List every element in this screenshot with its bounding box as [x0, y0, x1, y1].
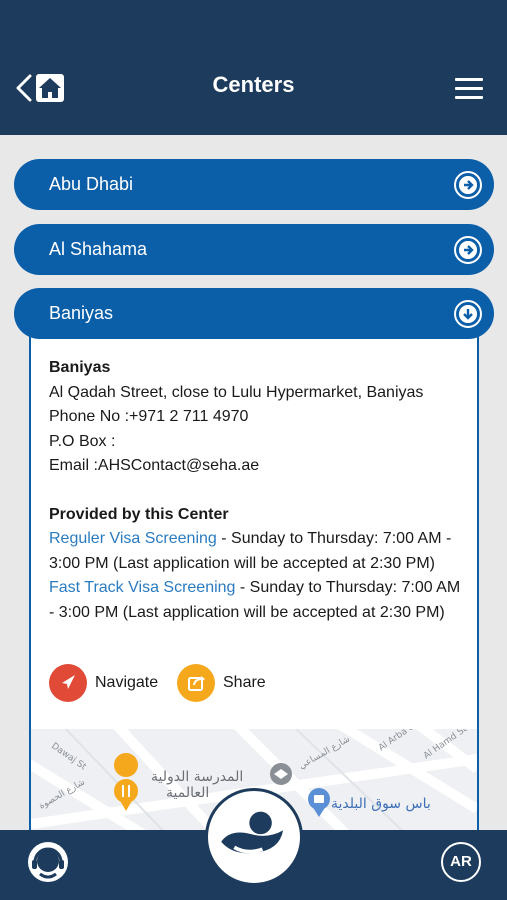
share-label: Share	[223, 674, 266, 691]
accordion-baniyas[interactable]: Baniyas	[14, 288, 494, 339]
action-row: Navigate Share	[49, 664, 459, 704]
page-title: Centers	[212, 72, 295, 97]
arrow-down-circle-icon	[454, 300, 482, 328]
navigate-button[interactable]: Navigate	[49, 664, 169, 702]
center-phone[interactable]: Phone No :+971 2 711 4970	[49, 405, 467, 430]
accordion-al-shahama[interactable]: Al Shahama	[14, 224, 494, 275]
baniyas-details-panel: Baniyas Al Qadah Street, close to Lulu H…	[29, 336, 479, 830]
customer-support-icon[interactable]	[26, 840, 70, 884]
service-item: Fast Track Visa Screening - Sunday to Th…	[49, 576, 467, 625]
accordion-abu-dhabi[interactable]: Abu Dhabi	[14, 159, 494, 210]
centers-list: Abu Dhabi Al Shahama Baniyas Al Qadah St…	[0, 135, 507, 830]
navigate-icon	[49, 664, 87, 702]
accordion-label: Abu Dhabi	[49, 174, 134, 194]
accordion-label: Al Shahama	[49, 239, 148, 259]
navigate-label: Navigate	[95, 674, 159, 691]
service-item: Reguler Visa Screening - Sunday to Thurs…	[49, 527, 467, 576]
map-school-label: العالمية	[166, 785, 209, 801]
center-name: Baniyas	[49, 359, 111, 376]
accordion-label: Baniyas	[49, 303, 114, 323]
center-po-box: P.O Box :	[49, 432, 116, 450]
share-icon	[177, 664, 215, 702]
hamburger-menu-icon[interactable]	[455, 78, 483, 99]
service-link[interactable]: Reguler Visa Screening	[49, 530, 217, 547]
center-email[interactable]: Email :AHSContact@seha.ae	[49, 454, 467, 479]
arrow-right-circle-icon	[454, 171, 482, 199]
arrow-right-circle-icon	[454, 236, 482, 264]
seha-logo-icon[interactable]	[205, 788, 303, 886]
map-market-label: باس سوق البلدية	[331, 796, 431, 812]
service-link[interactable]: Fast Track Visa Screening	[49, 579, 235, 596]
center-address: Al Qadah Street, close to Lulu Hypermark…	[49, 383, 424, 401]
top-bar: Centers	[0, 0, 507, 135]
share-button[interactable]: Share	[177, 664, 277, 702]
map-school-label: المدرسة الدولية	[151, 769, 243, 785]
services-heading: Provided by this Center	[49, 505, 229, 523]
school-pin-icon[interactable]	[270, 763, 292, 785]
language-ar-button[interactable]: AR	[441, 842, 481, 882]
